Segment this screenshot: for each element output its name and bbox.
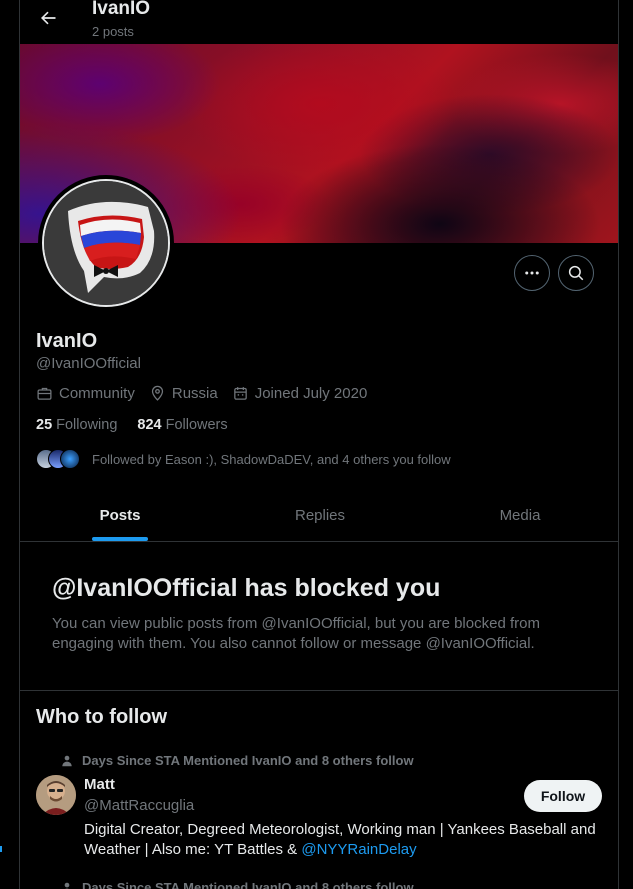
profile-location: Russia xyxy=(149,385,218,402)
tab-posts[interactable]: Posts xyxy=(20,490,220,541)
tab-media[interactable]: Media xyxy=(420,490,618,541)
active-tab-indicator xyxy=(92,537,148,541)
following-count: 25 xyxy=(36,417,53,433)
suggested-user-bio: Digital Creator, Degreed Meteorologist, … xyxy=(84,820,604,860)
social-context-text: Days Since STA Mentioned IvanIO and 8 ot… xyxy=(82,753,414,768)
joined-label: Joined July 2020 xyxy=(254,385,368,402)
profile-avatar[interactable] xyxy=(38,175,174,311)
blocked-notice: @IvanIOOfficial has blocked you You can … xyxy=(20,542,618,691)
tab-replies[interactable]: Replies xyxy=(220,490,420,541)
back-button[interactable] xyxy=(34,4,62,32)
tab-posts-label: Posts xyxy=(99,507,141,524)
edge-indicator xyxy=(0,846,2,852)
follow-button[interactable]: Follow xyxy=(524,780,602,812)
more-options-button[interactable] xyxy=(514,255,550,291)
profile-handle: @IvanIOOfficial xyxy=(36,355,141,372)
blocked-text: You can view public posts from @IvanIOOf… xyxy=(52,615,540,652)
next-social-context-text: Days Since STA Mentioned IvanIO and 8 ot… xyxy=(82,880,414,889)
person-icon xyxy=(64,882,70,889)
search-profile-button[interactable] xyxy=(558,255,594,291)
category-label: Community xyxy=(59,385,135,402)
suggested-user-name[interactable]: Matt xyxy=(84,776,115,793)
followers-count: 824 xyxy=(137,417,162,433)
location-label: Russia xyxy=(171,385,218,402)
followers-you-know[interactable]: Followed by Eason :), ShadowDaDEV, and 4… xyxy=(36,449,451,469)
arrow-left-icon xyxy=(41,11,56,25)
social-context: Days Since STA Mentioned IvanIO and 8 ot… xyxy=(60,753,414,768)
header-post-count: 2 posts xyxy=(92,24,134,39)
bio-mention-link[interactable]: @NYYRainDelay xyxy=(301,841,416,858)
person-icon xyxy=(62,755,72,766)
following-label: Following xyxy=(56,417,118,433)
followers-link[interactable]: 824 Followers xyxy=(137,417,227,433)
profile-tabs: Posts Replies Media xyxy=(20,490,618,542)
tab-media-label: Media xyxy=(499,507,541,524)
following-link[interactable]: 25 Following xyxy=(36,417,117,433)
location-pin-icon xyxy=(151,385,163,401)
search-icon xyxy=(568,265,584,281)
top-bar: IvanIO 2 posts xyxy=(20,0,618,44)
more-dots-icon xyxy=(525,271,539,275)
profile-category: Community xyxy=(36,385,135,402)
profile-name: IvanIO xyxy=(36,330,98,352)
calendar-icon xyxy=(233,387,247,400)
followers-label: Followers xyxy=(165,417,228,433)
user-photo xyxy=(36,775,76,815)
suggested-user-handle: @MattRaccuglia xyxy=(84,797,195,814)
profile-meta: Community Russia Joined July 2020 xyxy=(36,385,381,402)
followed-by-text: Followed by Eason :), ShadowDaDEV, and 4… xyxy=(92,451,451,467)
avatar-logo xyxy=(44,181,168,305)
profile-column: IvanIO 2 posts IvanIO @IvanIOOfficial Co… xyxy=(19,0,619,889)
blocked-title: @IvanIOOfficial has blocked you xyxy=(52,574,441,602)
profile-joined: Joined July 2020 xyxy=(232,385,368,402)
briefcase-icon xyxy=(37,387,52,400)
follow-counts: 25 Following 824 Followers xyxy=(36,417,248,433)
tab-replies-label: Replies xyxy=(294,507,346,524)
next-social-context: Days Since STA Mentioned IvanIO and 8 ot… xyxy=(60,880,414,889)
header-title: IvanIO xyxy=(92,0,151,19)
who-to-follow-title: Who to follow xyxy=(36,706,168,728)
suggested-user-avatar[interactable] xyxy=(36,775,76,815)
mutual-avatar xyxy=(60,449,80,469)
